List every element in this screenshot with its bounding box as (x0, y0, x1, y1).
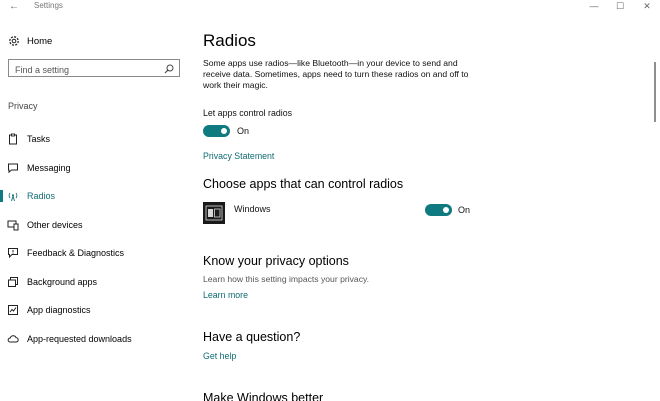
sidebar-item-label: Feedback & Diagnostics (27, 248, 125, 258)
active-indicator (0, 190, 3, 202)
get-help-link[interactable]: Get help (203, 351, 236, 361)
sidebar-item-tasks[interactable]: Tasks (0, 128, 192, 150)
sidebar-item-background-apps[interactable]: Background apps (0, 271, 192, 293)
toggle-knob (443, 207, 449, 213)
app-toggle-state-windows: On (458, 205, 471, 215)
app-name-windows: Windows (234, 204, 271, 214)
section-label-privacy: Privacy (8, 101, 38, 111)
radio-tower-icon (7, 190, 19, 202)
devices-icon (7, 219, 19, 231)
privacy-statement-link[interactable]: Privacy Statement (203, 151, 274, 161)
home-label: Home (27, 35, 53, 47)
close-button[interactable]: ✕ (637, 0, 657, 14)
sidebar-item-label: Tasks (27, 134, 51, 144)
sidebar-item-other-devices[interactable]: Other devices (0, 214, 192, 236)
home-nav[interactable]: Home (8, 34, 52, 48)
scrollbar-thumb[interactable] (654, 62, 656, 122)
privacy-options-heading: Know your privacy options (203, 254, 349, 268)
sidebar: Home Privacy Tasks Messaging Radios Othe… (0, 14, 192, 401)
page-title: Radios (203, 31, 256, 50)
privacy-options-subtext: Learn how this setting impacts your priv… (203, 274, 370, 284)
learn-more-link[interactable]: Learn more (203, 290, 248, 300)
sidebar-item-app-requested-downloads[interactable]: App-requested downloads (0, 328, 192, 350)
sidebar-item-label: App-requested downloads (27, 334, 132, 344)
master-toggle-switch[interactable] (203, 125, 230, 137)
maximize-button[interactable]: ☐ (610, 0, 630, 14)
sidebar-item-label: Other devices (27, 220, 83, 230)
app-toggle-windows[interactable] (425, 204, 452, 216)
back-button[interactable]: ← (6, 0, 22, 14)
toggle-knob (221, 128, 227, 134)
sidebar-item-feedback-diagnostics[interactable]: Feedback & Diagnostics (0, 242, 192, 264)
background-apps-icon (7, 276, 19, 288)
search-input[interactable] (9, 62, 159, 78)
search-box[interactable] (8, 59, 180, 78)
sidebar-item-messaging[interactable]: Messaging (0, 157, 192, 179)
sidebar-item-radios[interactable]: Radios (0, 185, 192, 207)
master-toggle-state: On (237, 126, 250, 136)
sidebar-item-label: App diagnostics (27, 305, 91, 315)
window-title: Settings (34, 1, 63, 10)
sidebar-item-app-diagnostics[interactable]: App diagnostics (0, 299, 192, 321)
feedback-icon (7, 247, 19, 259)
question-heading: Have a question? (203, 330, 301, 344)
sidebar-item-label: Background apps (27, 277, 98, 287)
gear-icon (8, 35, 20, 47)
minimize-button[interactable]: — (584, 0, 604, 14)
page-description: Some apps use radios—like Bluetooth—in y… (203, 58, 469, 90)
chat-icon (7, 162, 19, 174)
main-content: Radios Some apps use radios—like Bluetoo… (203, 14, 648, 401)
apps-heading: Choose apps that can control radios (203, 177, 404, 191)
make-windows-better-heading: Make Windows better (203, 391, 324, 401)
sidebar-item-label: Radios (27, 191, 56, 201)
title-bar: ← Settings — ☐ ✕ (0, 0, 660, 14)
sidebar-item-label: Messaging (27, 163, 71, 173)
diagnostics-icon (7, 304, 19, 316)
windows-app-icon (203, 202, 225, 224)
master-toggle-label: Let apps control radios (203, 108, 292, 118)
search-icon[interactable] (163, 62, 175, 74)
clipboard-icon (7, 133, 19, 145)
cloud-icon (7, 333, 19, 345)
